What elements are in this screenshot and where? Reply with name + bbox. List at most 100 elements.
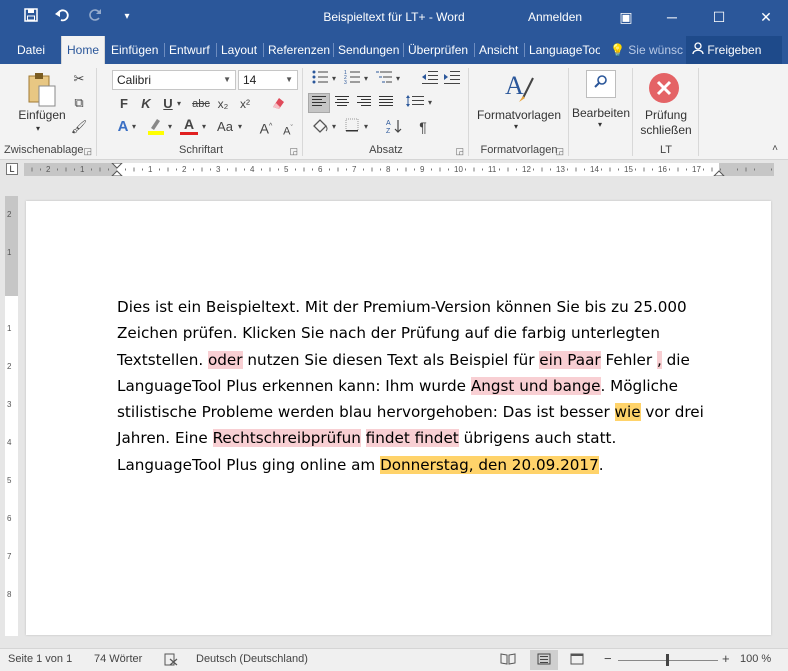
tab-languagetool[interactable]: LanguageToo [524, 36, 600, 64]
tab-sendungen[interactable]: Sendungen [333, 36, 404, 64]
close-check-label-2[interactable]: schließen [634, 123, 698, 137]
justify-button[interactable] [376, 94, 396, 112]
zoom-in-button[interactable]: + [722, 651, 730, 666]
word-count[interactable]: 74 Wörter [94, 653, 142, 665]
ribbon-display-options-icon[interactable]: ▣ [614, 6, 638, 28]
bold-button[interactable]: F [116, 95, 132, 113]
bullets-icon[interactable] [310, 70, 330, 88]
tab-einfuegen[interactable]: Einfügen [106, 36, 163, 64]
tab-selector-icon[interactable]: L [6, 163, 18, 175]
paste-dropdown-icon[interactable]: ▾ [36, 124, 40, 133]
italic-button[interactable]: K [138, 95, 154, 113]
minimize-button[interactable]: ─ [660, 6, 684, 28]
save-icon[interactable] [20, 8, 42, 25]
font-size-combo[interactable]: 14 ▼ [238, 70, 298, 90]
clear-formatting-icon[interactable] [268, 95, 288, 113]
numbering-dropdown-icon[interactable]: ▾ [362, 70, 370, 88]
close-check-label-1[interactable]: Prüfung [634, 108, 698, 122]
paste-label[interactable]: Einfügen [14, 108, 70, 122]
collapse-ribbon-icon[interactable]: ˄ [768, 140, 782, 158]
clipboard-launcher-icon[interactable]: ◲ [83, 146, 92, 157]
undo-icon[interactable] [52, 8, 74, 25]
subscript-button[interactable]: x₂ [214, 95, 232, 113]
sort-icon[interactable]: AZ [384, 118, 404, 136]
redo-icon[interactable] [84, 8, 106, 25]
font-color-dropdown-icon[interactable]: ▾ [200, 118, 208, 136]
web-layout-icon[interactable] [570, 653, 584, 668]
change-case-dropdown-icon[interactable]: ▾ [236, 118, 244, 136]
customize-qat-icon[interactable]: ▾ [116, 11, 138, 22]
numbering-icon[interactable]: 123 [342, 70, 362, 88]
copy-icon[interactable]: ⧉ [70, 94, 88, 112]
text-effects-dropdown-icon[interactable]: ▾ [130, 118, 138, 136]
spelling-issue-highlight[interactable]: Rechtschreibprüfun [212, 429, 361, 448]
grow-font-button[interactable]: A^ [258, 118, 274, 137]
vertical-ruler[interactable]: 2 1 1 2 3 4 5 6 7 8 [5, 196, 18, 636]
increase-indent-icon[interactable] [442, 70, 462, 88]
zoom-out-button[interactable]: − [604, 651, 612, 666]
spelling-issue-highlight[interactable]: oder [208, 350, 243, 369]
close-check-icon[interactable] [648, 72, 680, 104]
styles-icon[interactable]: A [502, 68, 536, 106]
shading-dropdown-icon[interactable]: ▾ [330, 118, 338, 136]
font-color-button[interactable]: A [180, 115, 198, 135]
tab-referenzen[interactable]: Referenzen [263, 36, 335, 64]
line-spacing-icon[interactable] [404, 94, 426, 112]
shrink-font-button[interactable]: Aˇ [280, 120, 296, 138]
highlight-color-icon[interactable] [146, 116, 166, 135]
indent-marker-icon[interactable] [111, 163, 123, 176]
tab-datei[interactable]: Datei [12, 36, 50, 64]
read-mode-icon[interactable] [500, 653, 516, 668]
strikethrough-button[interactable]: abc [190, 95, 212, 113]
cut-icon[interactable]: ✂ [70, 70, 88, 88]
font-launcher-icon[interactable]: ◲ [289, 146, 298, 157]
change-case-button[interactable]: Aa [214, 118, 236, 136]
document-body-text[interactable]: Dies ist ein Beispieltext. Mit der Premi… [117, 294, 717, 478]
tab-entwurf[interactable]: Entwurf [164, 36, 215, 64]
editing-label[interactable]: Bearbeiten [570, 106, 632, 120]
sign-in-link[interactable]: Anmelden [528, 10, 582, 24]
font-name-combo[interactable]: Calibri ▼ [112, 70, 236, 90]
paragraph-launcher-icon[interactable]: ◲ [455, 146, 464, 157]
editing-dropdown-icon[interactable]: ▾ [598, 120, 602, 129]
maximize-button[interactable]: ☐ [707, 6, 731, 28]
language-status[interactable]: Deutsch (Deutschland) [196, 653, 308, 665]
underline-dropdown-icon[interactable]: ▾ [174, 95, 184, 113]
paste-icon[interactable] [22, 70, 62, 110]
multilevel-list-icon[interactable] [374, 70, 394, 88]
highlight-dropdown-icon[interactable]: ▾ [166, 118, 174, 136]
spelling-issue-highlight[interactable]: ein Paar [539, 350, 601, 369]
multilevel-dropdown-icon[interactable]: ▾ [394, 70, 402, 88]
tab-layout[interactable]: Layout [216, 36, 262, 64]
print-layout-icon[interactable] [530, 650, 558, 670]
close-button[interactable]: ✕ [754, 6, 778, 28]
format-painter-icon[interactable]: 🖌 [70, 118, 88, 136]
tab-home[interactable]: Home [61, 36, 106, 66]
show-formatting-marks-icon[interactable]: ¶ [414, 118, 432, 136]
align-center-button[interactable] [332, 94, 352, 112]
superscript-button[interactable]: x² [236, 95, 254, 113]
borders-dropdown-icon[interactable]: ▾ [362, 118, 370, 136]
tab-ansicht[interactable]: Ansicht [474, 36, 523, 64]
align-right-button[interactable] [354, 94, 374, 112]
styles-launcher-icon[interactable]: ◲ [555, 146, 564, 157]
zoom-slider-thumb[interactable] [666, 654, 669, 666]
proofing-icon[interactable] [164, 653, 178, 669]
style-issue-highlight[interactable]: wie [614, 403, 641, 422]
borders-icon[interactable] [342, 118, 362, 136]
zoom-level[interactable]: 100 % [740, 653, 771, 665]
bullets-dropdown-icon[interactable]: ▾ [330, 70, 338, 88]
tab-ueberpruefen[interactable]: Überprüfen [403, 36, 473, 64]
document-page[interactable]: Dies ist ein Beispieltext. Mit der Premi… [26, 201, 771, 635]
shading-icon[interactable] [310, 118, 330, 136]
decrease-indent-icon[interactable] [420, 70, 440, 88]
spelling-issue-highlight[interactable]: Angst und bange [470, 376, 601, 395]
styles-label[interactable]: Formatvorlagen [470, 108, 568, 122]
page-count[interactable]: Seite 1 von 1 [8, 653, 72, 665]
line-spacing-dropdown-icon[interactable]: ▾ [426, 94, 434, 112]
ruler-strip[interactable]: 2 1 1 2 3 4 5 6 7 8 9 10 11 12 13 14 15 16 17 [24, 163, 774, 176]
style-issue-highlight[interactable]: Donnerstag, den 20.09.2017 [380, 455, 599, 474]
styles-dropdown-icon[interactable]: ▾ [514, 122, 518, 131]
spelling-issue-highlight[interactable]: findet findet [365, 429, 459, 448]
search-icon[interactable] [586, 70, 616, 98]
